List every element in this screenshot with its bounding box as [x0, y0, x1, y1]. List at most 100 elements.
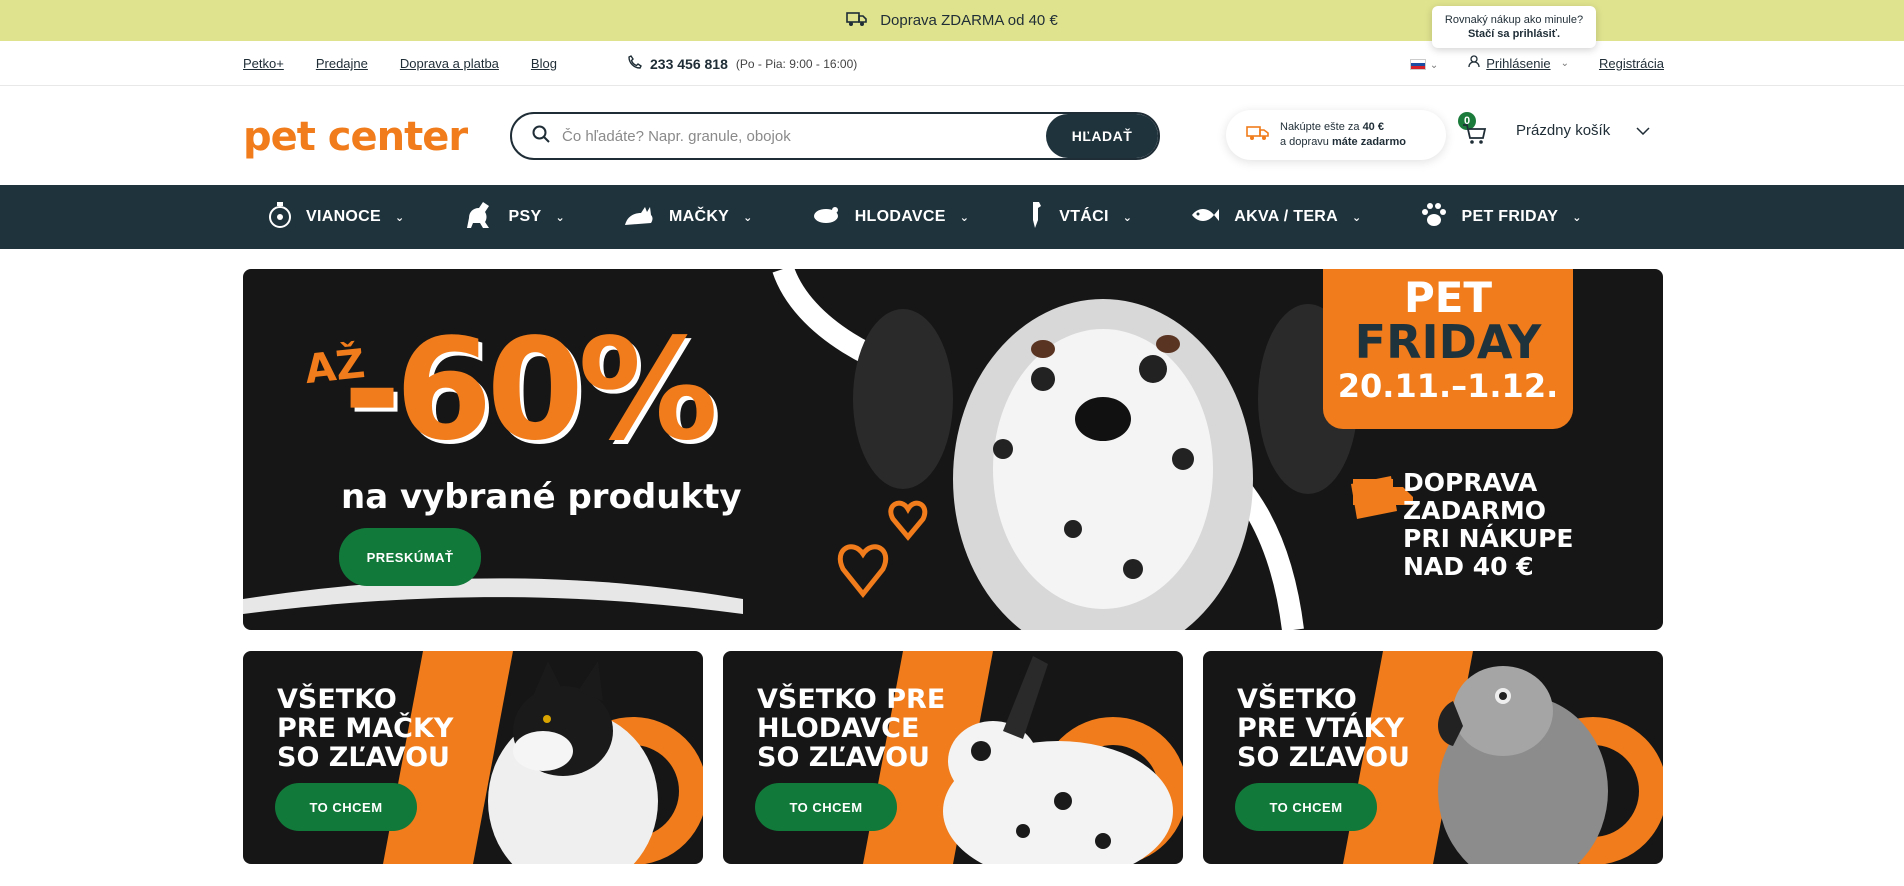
login-tooltip[interactable]: Rovnaký nákup ako minule? Stačí sa prihl…	[1432, 6, 1596, 48]
utility-links: Petko+ Predajne Doprava a platba Blog	[243, 56, 557, 71]
fish-icon	[1190, 206, 1220, 229]
cat-icon	[623, 203, 655, 232]
hero-shipping-line: NAD 40 €	[1403, 552, 1534, 581]
promo-title-line: SO ZĽAVOU	[757, 742, 930, 773]
freeship-line2-prefix: a dopravu	[1280, 136, 1332, 148]
nav-item-pet-friday[interactable]: PET FRIDAY ⌄	[1420, 201, 1582, 234]
phone-number[interactable]: 233 456 818	[650, 56, 728, 72]
utility-right: ⌄ Prihlásenie ⌄ Registrácia	[1409, 55, 1664, 71]
nav-item-psy[interactable]: PSY ⌄	[463, 200, 565, 235]
nav-label: VIANOCE	[306, 208, 381, 225]
nav-item-vianoce[interactable]: VIANOCE ⌄	[268, 201, 405, 234]
phone-contact[interactable]: 233 456 818 (Po - Pia: 9:00 - 16:00)	[628, 55, 857, 72]
badge-pet: PET	[1403, 273, 1493, 322]
bird-icon	[1027, 200, 1045, 235]
promo-title-line: SO ZĽAVOU	[1237, 742, 1410, 773]
hero-shipping-line: DOPRAVA	[1403, 468, 1538, 497]
nav-label: VTÁCI	[1059, 208, 1109, 225]
free-shipping-progress: Nakúpte ešte za 40 € a dopravu máte zada…	[1226, 110, 1446, 160]
main-nav: VIANOCE ⌄ PSY ⌄ MAČKY ⌄ HLODAVCE ⌄ VTÁCI ⌄ AK…	[0, 185, 1904, 249]
search-bar: HĽADAŤ	[510, 112, 1160, 160]
nav-label: PET FRIDAY	[1461, 208, 1559, 225]
hero-shipping-text: DOPRAVA ZADARMO PRI NÁKUPE NAD 40 €	[1403, 469, 1573, 581]
link-stores[interactable]: Predajne	[316, 56, 368, 71]
search-button[interactable]: HĽADAŤ	[1046, 114, 1158, 158]
freeship-line2-bold: máte zadarmo	[1331, 136, 1406, 148]
hero-banner[interactable]: AŽ -60% na vybrané produkty PRESKÚMAŤ PE…	[243, 269, 1663, 630]
chevron-down-icon: ⌄	[1352, 211, 1362, 224]
nav-label: AKVA / TERA	[1234, 208, 1338, 225]
promo-title: VŠETKO PRE HLODAVCE SO ZĽAVOU	[757, 685, 945, 772]
utility-bar: Petko+ Predajne Doprava a platba Blog 23…	[0, 41, 1904, 86]
link-petko-plus[interactable]: Petko+	[243, 56, 284, 71]
header: pet center HĽADAŤ Nakúpte ešte za 40 € a…	[0, 86, 1904, 185]
nav-item-macky[interactable]: MAČKY ⌄	[623, 203, 753, 232]
chevron-down-icon: ⌄	[1572, 211, 1582, 224]
hero-shipping-line: PRI NÁKUPE	[1403, 524, 1574, 553]
cart-button[interactable]: 0 Prázdny košík	[1458, 112, 1650, 144]
phone-icon	[628, 55, 642, 72]
language-select[interactable]: ⌄	[1409, 56, 1439, 71]
promo-card-cats[interactable]: VŠETKO PRE MAČKY SO ZĽAVOU TO CHCEM	[243, 651, 703, 864]
truck-icon	[846, 11, 868, 31]
want-it-button[interactable]: TO CHCEM	[755, 783, 897, 831]
promo-title-line: VŠETKO	[277, 684, 397, 715]
freeship-amount: 40 €	[1362, 121, 1384, 133]
nav-label: MAČKY	[668, 208, 730, 225]
chevron-down-icon: ⌄	[395, 211, 405, 224]
want-it-button[interactable]: TO CHCEM	[1235, 783, 1377, 831]
chevron-down-icon: ⌄	[1429, 59, 1439, 71]
paw-icon	[1420, 201, 1448, 234]
search-icon	[532, 125, 550, 148]
want-it-button[interactable]: TO CHCEM	[275, 783, 417, 831]
chevron-down-icon: ⌄	[1122, 211, 1133, 224]
shipping-bar: Doprava ZDARMA od 40 € Rovnaký nákup ako…	[0, 0, 1904, 48]
search-input[interactable]	[562, 127, 1046, 145]
promo-title-line: VŠETKO	[1237, 684, 1357, 715]
promo-title-line: PRE VTÁKY	[1237, 713, 1405, 744]
login-link[interactable]: Prihlásenie	[1486, 56, 1550, 71]
badge-dates: 20.11.–1.12.	[1337, 367, 1559, 405]
nav-item-vtaci[interactable]: VTÁCI ⌄	[1027, 200, 1132, 235]
ornament-icon	[268, 201, 292, 234]
explore-button[interactable]: PRESKÚMAŤ	[339, 528, 481, 586]
register-link[interactable]: Registrácia	[1599, 56, 1664, 71]
nav-label: PSY	[508, 208, 542, 225]
link-shipping-payment[interactable]: Doprava a platba	[400, 56, 499, 71]
hero-subtitle: na vybrané produkty	[341, 477, 742, 517]
chevron-down-icon: ⌄	[959, 211, 970, 224]
flag-icon	[1409, 58, 1426, 70]
freeship-prefix: Nakúpte ešte za	[1280, 121, 1363, 133]
phone-hours: (Po - Pia: 9:00 - 16:00)	[735, 56, 858, 71]
cart-icon	[1463, 124, 1487, 144]
promo-title-line: VŠETKO PRE	[757, 684, 946, 715]
promo-title-line: SO ZĽAVOU	[277, 742, 450, 773]
promo-title: VŠETKO PRE VTÁKY SO ZĽAVOU	[1237, 685, 1410, 772]
login-menu[interactable]: Prihlásenie ⌄	[1468, 55, 1569, 71]
free-shipping-text: Nakúpte ešte za 40 € a dopravu máte zada…	[1280, 120, 1406, 150]
hero-discount: -60%	[343, 309, 718, 472]
delivery-truck-icon	[1246, 124, 1270, 147]
pet-friday-badge: PET FRIDAY 20.11.–1.12.	[1323, 269, 1573, 429]
link-blog[interactable]: Blog	[531, 56, 557, 71]
shipping-text: Doprava ZDARMA od 40 €	[880, 12, 1058, 29]
promo-card-birds[interactable]: VŠETKO PRE VTÁKY SO ZĽAVOU TO CHCEM	[1203, 651, 1663, 864]
site-logo[interactable]: pet center	[243, 114, 468, 160]
rodent-icon	[811, 206, 841, 229]
chevron-down-icon	[1636, 122, 1650, 139]
cart-icon-wrap: 0	[1458, 112, 1487, 144]
tooltip-line: Rovnaký nákup ako minule?	[1444, 14, 1584, 26]
nav-item-akva-tera[interactable]: AKVA / TERA ⌄	[1190, 206, 1361, 229]
cart-label: Prázdny košík	[1516, 121, 1611, 139]
badge-friday: FRIDAY	[1354, 315, 1542, 369]
promo-title-line: PRE MAČKY	[277, 713, 454, 744]
promo-title: VŠETKO PRE MAČKY SO ZĽAVOU	[277, 685, 453, 772]
nav-label: HLODAVCE	[854, 208, 946, 225]
tooltip-login-link[interactable]: Stačí sa prihlásiť.	[1432, 27, 1596, 41]
hero-shipping-line: ZADARMO	[1403, 496, 1546, 525]
dog-icon	[463, 200, 495, 235]
nav-item-hlodavce[interactable]: HLODAVCE ⌄	[811, 206, 970, 229]
promo-title-line: HLODAVCE	[757, 713, 920, 744]
chevron-down-icon: ⌄	[555, 211, 565, 224]
promo-card-rodents[interactable]: VŠETKO PRE HLODAVCE SO ZĽAVOU TO CHCEM	[723, 651, 1183, 864]
